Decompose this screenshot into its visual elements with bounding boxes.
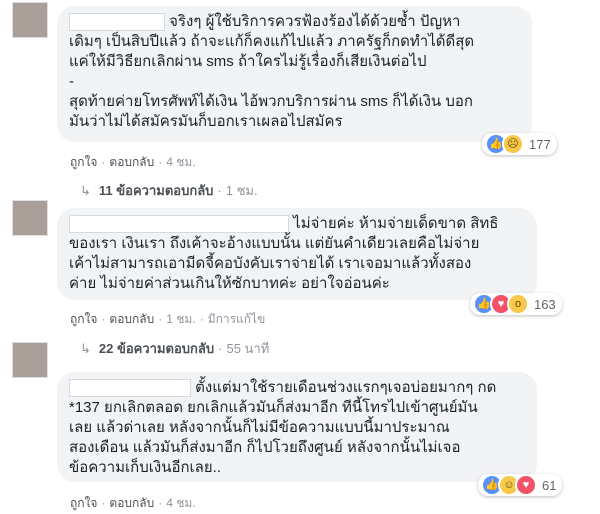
love-icon: ♥ — [515, 474, 537, 496]
separator-dot: · — [158, 155, 163, 169]
comment-text: สุดท้ายค่ายโทรศัพท์ได้เงิน ไอ้พวกบริการผ… — [69, 93, 473, 110]
comment-text: ของเรา เงินเรา ถึงเค้าจะอ้างแบบนั้น แต่ย… — [69, 235, 480, 252]
view-replies-link[interactable]: ↳ 11 ข้อความตอบกลับ · 1 ชม. — [80, 180, 258, 201]
comment-text: เลย แล้วด่าเลย หลังจากนั้นก็ไม่มีข้อความ… — [69, 419, 450, 436]
comment-line: จริงๆ ผู้ใช้บริการควรฟ้องร้องได้ด้วยซ้ำ … — [69, 12, 520, 32]
commenter-name[interactable] — [69, 13, 165, 31]
comment-text: ไม่จ่ายค่ะ ห้ามจ่ายเด็ดขาด สิทธิ — [293, 215, 499, 232]
replies-time: 55 นาที — [226, 341, 270, 356]
separator-dot: · — [101, 312, 106, 326]
reactions-summary[interactable]: 👍 ♥ o 163 — [470, 293, 562, 315]
reply-button[interactable]: ตอบกลับ — [109, 312, 154, 326]
reaction-count: 163 — [534, 296, 556, 312]
comment-line: ตั้งแต่มาใช้รายเดือนช่วงแรกๆเจอบ่อยมากๆ … — [69, 378, 525, 398]
comment-text: แค่ให้มีวิธียกเลิกผ่าน sms ถ้าใครไม่รู้เ… — [69, 53, 427, 70]
comment-text: ตั้งแต่มาใช้รายเดือนช่วงแรกๆเจอบ่อยมากๆ … — [195, 379, 497, 396]
comment-bubble: ตั้งแต่มาใช้รายเดือนช่วงแรกๆเจอบ่อยมากๆ … — [57, 372, 537, 482]
separator-dot: · — [158, 496, 163, 510]
comment-text: สองเดือน แล้วมันก็ส่งมาอีก ก็ไปโวยถึงศูน… — [69, 439, 461, 456]
reactions-summary[interactable]: 👍 ☺ ♥ 61 — [478, 474, 563, 496]
commenter-name[interactable] — [69, 379, 191, 397]
like-button[interactable]: ถูกใจ — [70, 155, 97, 169]
comment-text: ข้อความเก็บเงินอีกเลย.. — [69, 459, 221, 476]
sad-icon: ☹ — [502, 133, 524, 155]
separator-dot: · — [218, 341, 223, 356]
like-button[interactable]: ถูกใจ — [70, 312, 97, 326]
timestamp[interactable]: 4 ชม. — [166, 155, 195, 169]
comment-text: *137 ยกเลิกตลอด ยกเลิกแล้วมันก็ส่งมาอีก … — [69, 399, 478, 416]
comment-text: - — [69, 73, 74, 90]
comment-actions: ถูกใจ · ตอบกลับ · 1 ชม. · มีการแก้ไข — [70, 310, 265, 329]
avatar[interactable] — [12, 2, 48, 38]
reply-button[interactable]: ตอบกลับ — [109, 496, 154, 510]
comment-bubble: ไม่จ่ายค่ะ ห้ามจ่ายเด็ดขาด สิทธิ ของเรา … — [57, 208, 537, 300]
reactions-summary[interactable]: 👍 ☹ 177 — [482, 133, 557, 155]
comment-line: ไม่จ่ายค่ะ ห้ามจ่ายเด็ดขาด สิทธิ — [69, 214, 525, 234]
reply-arrow-icon: ↳ — [80, 340, 91, 356]
avatar[interactable] — [12, 342, 48, 378]
timestamp[interactable]: 1 ชม. — [166, 312, 195, 326]
wow-icon: o — [507, 293, 529, 315]
reaction-count: 177 — [529, 136, 551, 152]
like-button[interactable]: ถูกใจ — [70, 496, 97, 510]
separator-dot: · — [101, 496, 106, 510]
view-replies-link[interactable]: ↳ 22 ข้อความตอบกลับ · 55 นาที — [80, 338, 269, 359]
comment-text: มันว่าไม่ได้สมัครมันก็บอกเราเผลอไปสมัคร — [69, 113, 343, 130]
avatar[interactable] — [12, 200, 48, 236]
timestamp[interactable]: 4 ชม. — [166, 496, 195, 510]
replies-count-label[interactable]: 11 ข้อความตอบกลับ — [99, 180, 214, 201]
reaction-count: 61 — [542, 477, 557, 493]
commenter-name[interactable] — [69, 215, 289, 233]
reply-button[interactable]: ตอบกลับ — [109, 155, 154, 169]
replies-count-label[interactable]: 22 ข้อความตอบกลับ — [99, 338, 214, 359]
edited-label[interactable]: มีการแก้ไข — [208, 312, 266, 326]
comment-actions: ถูกใจ · ตอบกลับ · 4 ชม. — [70, 494, 196, 513]
comment-bubble: จริงๆ ผู้ใช้บริการควรฟ้องร้องได้ด้วยซ้ำ … — [57, 6, 532, 142]
comment-text: ค่าย ไม่จ่ายค่าส่วนเกินให้ซักบาทค่ะ อย่า… — [69, 275, 390, 292]
comment-actions: ถูกใจ · ตอบกลับ · 4 ชม. — [70, 153, 196, 172]
comment-text: เดิมๆ เป็นสิบปีแล้ว ถ้าจะแก้ก็คงแก้ไปแล้… — [69, 33, 475, 50]
separator-dot: · — [199, 312, 204, 326]
replies-time: 1 ชม. — [225, 183, 258, 198]
separator-dot: · — [217, 183, 222, 198]
comment-text: เค้าไม่สามารถเอามีดจี้คอบังคับเราจ่ายได้… — [69, 255, 472, 272]
separator-dot: · — [101, 155, 106, 169]
separator-dot: · — [158, 312, 163, 326]
reply-arrow-icon: ↳ — [80, 182, 91, 198]
comment-text: จริงๆ ผู้ใช้บริการควรฟ้องร้องได้ด้วยซ้ำ … — [169, 13, 461, 30]
